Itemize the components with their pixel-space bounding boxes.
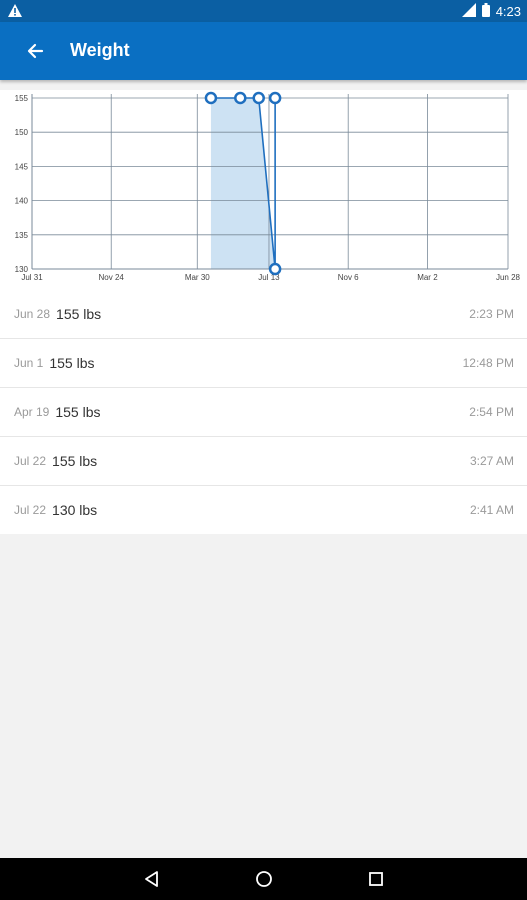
entry-time: 2:41 AM <box>469 503 514 517</box>
weight-chart-svg: 130135140145150155Jul 31 Nov 24 Mar 30 Jul … <box>15 91 521 282</box>
clock-time: 4:23 <box>495 4 521 19</box>
weight-chart: 130 135 140 145 150 155 Jul 31 Nov 24 Mar 30 Jul … <box>0 90 527 290</box>
list-item[interactable]: Jul 22 130 lbs 2:41 AM <box>0 486 527 534</box>
signal-icon <box>461 3 476 20</box>
warning-icon <box>8 4 22 20</box>
weight-entry-list: Jun 28 155 lbs 2:23 PM Jun 1 155 lbs 12:48 PM… <box>0 290 527 534</box>
home-circle-icon[interactable] <box>254 869 274 889</box>
chart-x-tick-label: Nov 6 <box>338 273 359 282</box>
chart-y-tick-label: 155 <box>15 94 29 103</box>
entry-date: Jun 28 <box>14 307 51 321</box>
entry-weight: 155 lbs <box>55 404 101 420</box>
chart-area-fill <box>210 98 276 269</box>
app-bar: Weight <box>0 22 527 80</box>
entry-time: 2:23 PM <box>469 307 514 321</box>
entry-date: Jun 1 <box>14 356 44 370</box>
chart-y-tick-label: 140 <box>15 197 29 206</box>
entry-weight: 155 lbs <box>56 306 102 322</box>
chart-data-point <box>204 91 218 105</box>
entry-time: 2:54 PM <box>469 405 514 419</box>
status-bar: 4:23 <box>0 0 527 22</box>
navigation-bar <box>0 858 527 900</box>
battery-icon <box>481 3 490 20</box>
chart-data-point <box>268 262 282 276</box>
recents-square-icon[interactable] <box>366 869 386 889</box>
back-arrow-icon[interactable] <box>22 37 50 65</box>
entry-time: 12:48 PM <box>462 356 514 370</box>
entry-date: Jul 22 <box>14 454 47 468</box>
list-item[interactable]: Jul 22 155 lbs 3:27 AM <box>0 437 527 486</box>
chart-x-tick-label: Jun 28 <box>496 273 521 282</box>
chart-y-tick-label: 135 <box>15 231 29 240</box>
page-title: Weight <box>70 40 130 60</box>
entry-weight: 155 lbs <box>49 355 95 371</box>
list-item[interactable]: Jun 28 155 lbs 2:23 PM <box>0 290 527 339</box>
chart-data-point <box>252 91 265 105</box>
entry-time: 3:27 AM <box>469 454 514 468</box>
chart-x-tick-label: Mar 2 <box>417 273 438 282</box>
back-triangle-icon[interactable] <box>142 869 162 889</box>
entry-weight: 130 lbs <box>52 502 98 518</box>
list-item[interactable]: Apr 19 155 lbs 2:54 PM <box>0 388 527 437</box>
chart-data-point <box>234 91 247 105</box>
list-item[interactable]: Jun 1 155 lbs 12:48 PM <box>0 339 527 388</box>
chart-y-tick-label: 145 <box>15 162 29 171</box>
chart-x-tick-label: Nov 24 <box>99 273 125 282</box>
entry-date: Jul 22 <box>14 503 47 517</box>
entry-date: Apr 19 <box>14 405 50 419</box>
chart-data-point <box>268 91 282 105</box>
chart-x-tick-label: Mar 30 <box>185 273 210 282</box>
chart-y-tick-label: 150 <box>15 128 29 137</box>
chart-x-tick-label: Jul 31 <box>21 273 43 282</box>
entry-weight: 155 lbs <box>52 453 98 469</box>
